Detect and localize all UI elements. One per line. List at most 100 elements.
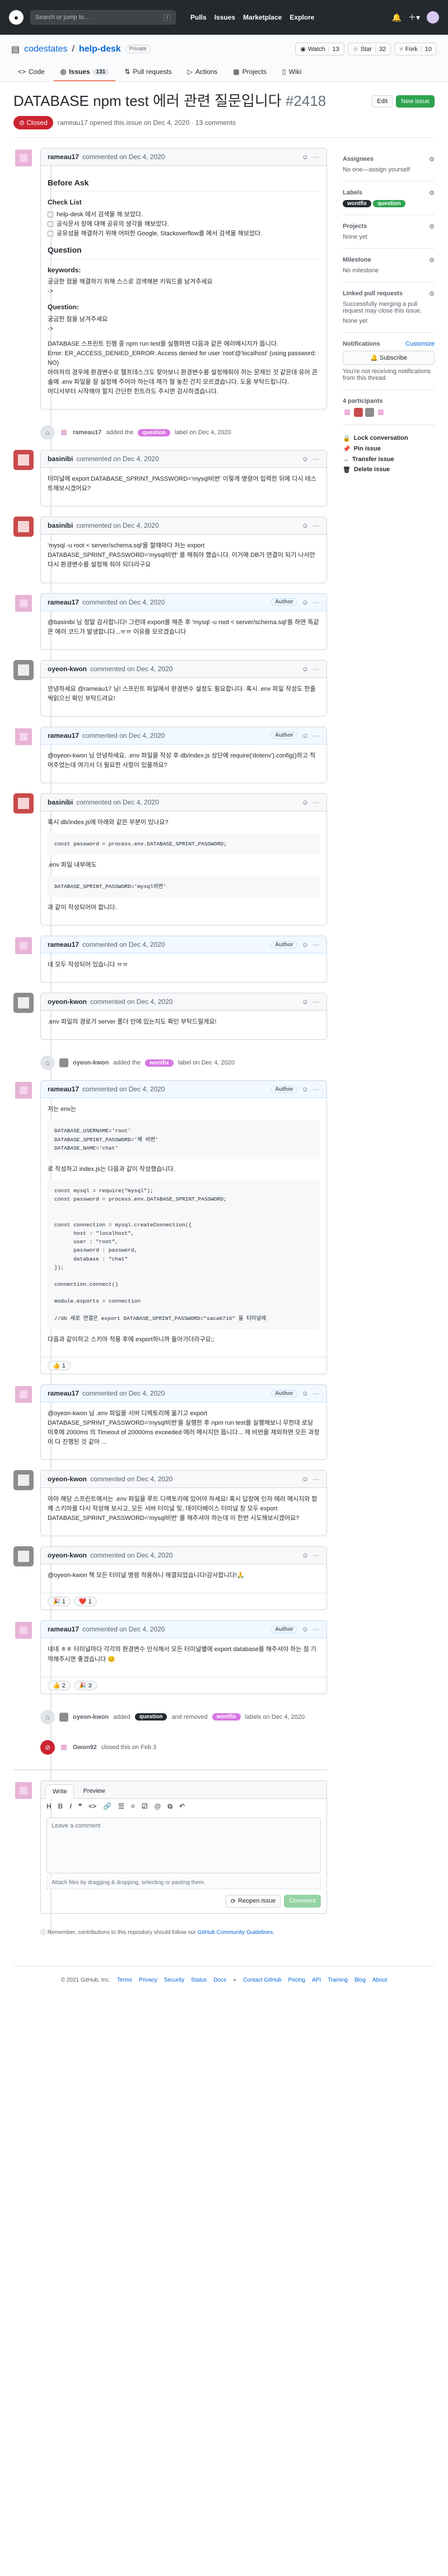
kebab-icon[interactable]: ··· — [313, 665, 320, 673]
avatar[interactable] — [13, 1080, 34, 1101]
comment-author[interactable]: rameau17 — [48, 941, 79, 948]
comment-author[interactable]: oyeon-kwon — [48, 665, 87, 673]
comment-author[interactable]: basinibi — [48, 522, 73, 529]
kebab-icon[interactable]: ··· — [313, 1085, 320, 1093]
mention-icon[interactable]: @ — [155, 1802, 161, 1811]
footer-link[interactable]: Status — [191, 1975, 207, 1986]
comment-author[interactable]: oyeon-kwon — [48, 998, 87, 1006]
avatar[interactable] — [13, 1470, 34, 1491]
customize-link[interactable]: Customize — [405, 341, 435, 347]
avatar[interactable] — [13, 147, 34, 168]
fork-button[interactable]: ⑂ Fork 10 — [394, 43, 437, 55]
heading-icon[interactable]: H — [46, 1802, 52, 1811]
kebab-icon[interactable]: ··· — [313, 598, 320, 606]
label-wontfix[interactable]: wontfix — [343, 199, 371, 207]
star-button[interactable]: ☆ Star 32 — [347, 43, 391, 55]
kebab-icon[interactable]: ··· — [313, 455, 320, 463]
bell-icon[interactable]: 🔔 — [392, 13, 402, 22]
comment-author[interactable]: rameau17 — [48, 1389, 79, 1397]
label-question[interactable]: question — [138, 429, 170, 436]
avatar[interactable] — [59, 1712, 68, 1722]
gear-icon[interactable]: ⚙ — [429, 156, 435, 163]
label-question[interactable]: question — [373, 199, 405, 207]
avatar[interactable] — [13, 936, 34, 956]
avatar[interactable] — [59, 1742, 68, 1752]
smiley-icon[interactable]: ☺ — [302, 455, 309, 463]
kebab-icon[interactable]: ··· — [313, 1389, 320, 1397]
comment-author[interactable]: rameau17 — [48, 1085, 79, 1093]
kebab-icon[interactable]: ··· — [313, 153, 320, 161]
kebab-icon[interactable]: ··· — [313, 732, 320, 740]
tab-projects[interactable]: ▦ Projects — [226, 63, 273, 81]
reference-icon[interactable]: ⧉ — [167, 1802, 172, 1811]
reply-icon[interactable]: ↶ — [179, 1802, 185, 1811]
list-icon[interactable]: ☰ — [118, 1802, 124, 1811]
avatar[interactable] — [13, 1780, 34, 1801]
code-icon[interactable]: <> — [88, 1802, 96, 1811]
reaction-thumbs-up[interactable]: 👍 1 — [48, 1361, 71, 1371]
smiley-icon[interactable]: ☺ — [302, 522, 309, 529]
attach-files-area[interactable]: Attach files by dragging & dropping, sel… — [46, 1876, 321, 1889]
tab-actions[interactable]: ▷ Actions — [181, 63, 225, 81]
kebab-icon[interactable]: ··· — [313, 998, 320, 1006]
gear-icon[interactable]: ⚙ — [429, 223, 435, 230]
avatar[interactable] — [13, 593, 34, 613]
footer-link[interactable]: Blog — [354, 1975, 366, 1986]
kebab-icon[interactable]: ··· — [313, 1551, 320, 1559]
smiley-icon[interactable]: ☺ — [302, 153, 309, 161]
search-input[interactable]: Search or jump to... / — [30, 10, 176, 25]
avatar[interactable] — [365, 407, 374, 417]
footer-link[interactable]: Terms — [117, 1975, 132, 1986]
avatar[interactable] — [13, 450, 34, 471]
avatar[interactable] — [13, 659, 34, 680]
smiley-icon[interactable]: ☺ — [302, 1389, 309, 1397]
kebab-icon[interactable]: ··· — [313, 522, 320, 529]
nav-issues[interactable]: Issues — [214, 13, 235, 21]
avatar[interactable] — [354, 407, 363, 417]
footer-link[interactable]: Docs — [213, 1975, 226, 1986]
tab-write[interactable]: Write — [45, 1784, 74, 1799]
gear-icon[interactable]: ⚙ — [429, 189, 435, 197]
avatar[interactable] — [13, 726, 34, 747]
comment-author[interactable]: basinibi — [48, 455, 73, 463]
smiley-icon[interactable]: ☺ — [302, 1085, 309, 1093]
reopen-issue-button[interactable]: ⟳ Reopen issue — [225, 1894, 281, 1908]
delete-issue-link[interactable]: 🗑 Delete issue — [343, 464, 435, 475]
label-wontfix[interactable]: wontfix — [212, 1713, 241, 1721]
smiley-icon[interactable]: ☺ — [302, 732, 309, 740]
tab-pull-requests[interactable]: ⇅ Pull requests — [118, 63, 178, 81]
footer-link[interactable]: Training — [328, 1975, 348, 1986]
tab-issues[interactable]: ◎ Issues 131 — [53, 63, 116, 81]
kebab-icon[interactable]: ··· — [313, 1475, 320, 1483]
footer-link[interactable]: Pricing — [288, 1975, 306, 1986]
nav-marketplace[interactable]: Marketplace — [243, 13, 282, 21]
tab-code[interactable]: <> Code — [11, 63, 52, 81]
checklist-item[interactable]: 공유성을 해결하기 위해 어떠한 Google, Stackoverflow를 … — [48, 229, 320, 239]
transfer-issue-link[interactable]: → Transfer issue — [343, 454, 435, 464]
avatar[interactable] — [13, 1620, 34, 1641]
new-issue-button[interactable]: New issue — [396, 95, 435, 108]
smiley-icon[interactable]: ☺ — [302, 998, 309, 1006]
footer-link[interactable]: About — [372, 1975, 387, 1986]
smiley-icon[interactable]: ☺ — [302, 1625, 309, 1633]
label-wontfix[interactable]: wontfix — [145, 1059, 174, 1067]
pin-issue-link[interactable]: 📌 Pin issue — [343, 444, 435, 454]
reaction-heart[interactable]: ❤️ 1 — [73, 1597, 97, 1607]
reaction-tada[interactable]: 🎉 1 — [48, 1597, 71, 1607]
checklist-item[interactable]: 공식문서 장에 대해 공유의 생각을 해보았다. — [48, 220, 320, 229]
comment-author[interactable]: basinibi — [48, 798, 73, 806]
avatar[interactable] — [376, 407, 385, 417]
avatar[interactable] — [13, 993, 34, 1013]
tasklist-icon[interactable]: ☑ — [142, 1802, 148, 1811]
user-avatar[interactable] — [427, 11, 439, 24]
smiley-icon[interactable]: ☺ — [302, 941, 309, 948]
repo-name-link[interactable]: help-desk — [79, 44, 121, 54]
kebab-icon[interactable]: ··· — [313, 941, 320, 948]
tab-wiki[interactable]: ▯ Wiki — [276, 63, 308, 81]
smiley-icon[interactable]: ☺ — [302, 598, 309, 606]
plus-icon[interactable]: ＋▾ — [408, 12, 420, 23]
guidelines-link[interactable]: GitHub Community Guidelines. — [198, 1929, 274, 1936]
lock-conversation-link[interactable]: 🔒 Lock conversation — [343, 433, 435, 444]
numbered-list-icon[interactable]: ≡ — [131, 1802, 135, 1811]
smiley-icon[interactable]: ☺ — [302, 665, 309, 673]
